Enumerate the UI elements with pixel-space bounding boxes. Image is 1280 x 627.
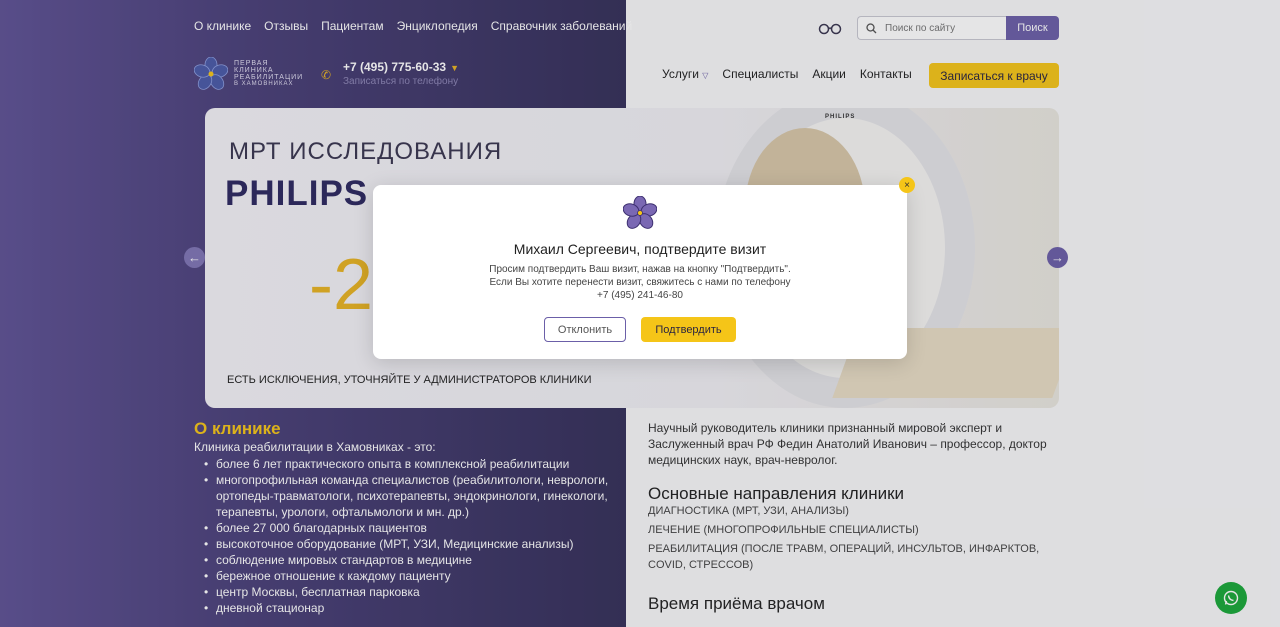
close-icon[interactable]: ×	[899, 177, 915, 193]
visit-confirm-modal: × Михаил Сергеевич, подтвердите визит Пр…	[373, 177, 915, 359]
modal-phone[interactable]: +7 (495) 241-46-80	[373, 289, 907, 302]
confirm-button[interactable]: Подтвердить	[641, 317, 736, 342]
modal-title: Михаил Сергеевич, подтвердите визит	[513, 241, 767, 257]
flower-logo-icon	[623, 196, 657, 229]
decline-button[interactable]: Отклонить	[544, 317, 626, 342]
modal-text-line: Если Вы хотите перенести визит, свяжитес…	[489, 277, 791, 288]
modal-text-line: Просим подтвердить Ваш визит, нажав на к…	[489, 264, 791, 275]
modal-text: Просим подтвердить Ваш визит, нажав на к…	[373, 263, 907, 302]
